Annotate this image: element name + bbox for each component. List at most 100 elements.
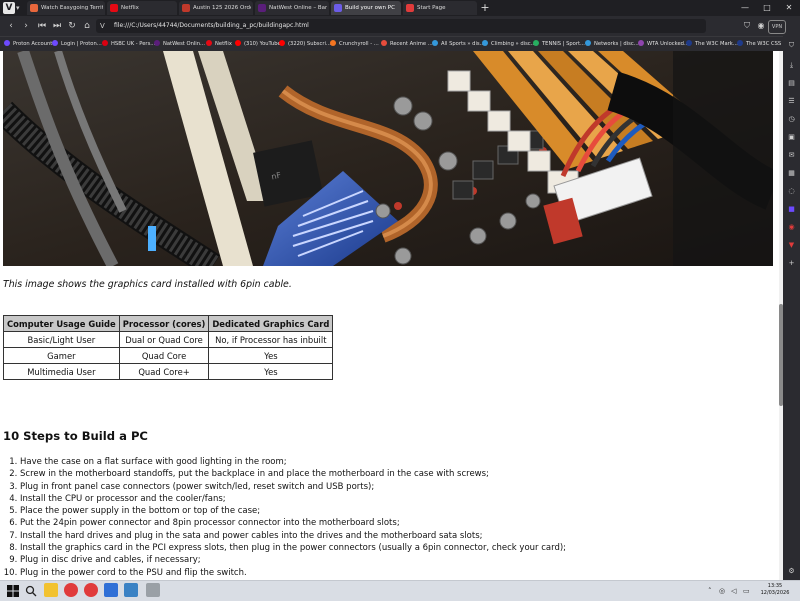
- history-panel-icon[interactable]: ◷: [786, 114, 797, 125]
- tab-watch-easygoing[interactable]: Watch Easygoing Territory: [27, 1, 105, 15]
- netflix-icon: [206, 39, 212, 46]
- bookmark-tennis[interactable]: TENNIS | Sport...: [533, 37, 585, 51]
- chat-panel-icon[interactable]: ◌: [786, 186, 797, 197]
- start-page-icon: [406, 4, 414, 12]
- tab-build-your-own-pc[interactable]: Build your own PC: [331, 1, 401, 15]
- table-cell: Yes: [208, 363, 334, 380]
- site-info-icon[interactable]: V: [100, 21, 110, 31]
- bookmark-all-sports[interactable]: All Sports » dis...: [432, 37, 485, 51]
- tab-favicon-icon: [334, 4, 342, 12]
- table-header-row: Computer Usage Guide Processor (cores) D…: [3, 315, 334, 332]
- table-header: Computer Usage Guide: [3, 315, 120, 332]
- w3c-icon: [686, 39, 692, 46]
- bookmark-youtube-subscriptions[interactable]: (3220) Subscri...: [279, 37, 331, 51]
- proton-icon: [52, 39, 58, 46]
- list-item: Plug in front panel case connectors (pow…: [20, 481, 779, 493]
- bookmark-icon[interactable]: ⛉: [740, 19, 754, 33]
- calendar-panel-icon[interactable]: ▦: [786, 168, 797, 179]
- vivaldi-menu-icon[interactable]: V: [3, 2, 15, 14]
- tab-natwest[interactable]: NatWest Online – Bank Acc: [255, 1, 329, 15]
- photos-icon[interactable]: [124, 583, 138, 597]
- search-icon[interactable]: [24, 583, 38, 597]
- steps-heading: 10 Steps to Build a PC: [3, 429, 148, 443]
- bookmark-recent-anime[interactable]: Recent Anime ...: [381, 37, 433, 51]
- panel-settings-icon[interactable]: ⚙: [786, 566, 797, 577]
- notepad-icon[interactable]: [104, 583, 118, 597]
- table-cell: No, if Processor has inbuilt: [208, 331, 334, 348]
- table-header: Processor (cores): [118, 315, 210, 332]
- table-cell: Dual or Quad Core: [118, 331, 210, 348]
- battery-icon[interactable]: ▭: [743, 585, 750, 597]
- discovery-icon: [585, 39, 591, 46]
- wta-icon: [638, 39, 644, 46]
- list-item: Have the case on a flat surface with goo…: [20, 456, 779, 468]
- netflix-icon: [110, 4, 118, 12]
- bookmark-crunchyroll[interactable]: Crunchyroll - ...: [330, 37, 379, 51]
- graphics-card-photo: nF: [3, 51, 773, 266]
- add-web-panel-icon[interactable]: +: [786, 258, 797, 269]
- vivaldi-social-icon[interactable]: ▼: [786, 240, 797, 251]
- new-tab-button[interactable]: +: [479, 1, 491, 15]
- close-window-button[interactable]: ✕: [778, 0, 800, 16]
- hsbc-icon: [102, 39, 108, 46]
- tab-favicon-icon: [182, 4, 190, 12]
- vivaldi-web-panel-icon[interactable]: ◉: [786, 222, 797, 233]
- w3c-icon: [737, 39, 743, 46]
- proton-mail-icon[interactable]: ■: [786, 204, 797, 215]
- forward-button[interactable]: ›: [19, 19, 33, 33]
- bookmark-proton-account[interactable]: Proton Account: [4, 37, 52, 51]
- bookmark-w3c-css[interactable]: The W3C CSS ...: [737, 37, 788, 51]
- fast-forward-button[interactable]: ⏭: [50, 19, 64, 33]
- tab-netflix[interactable]: Netflix: [107, 1, 177, 15]
- chevron-down-icon[interactable]: ▾: [16, 2, 24, 14]
- bookmark-wta-unlocked[interactable]: WTA Unlocked...: [638, 37, 689, 51]
- tennis-icon: [533, 39, 539, 46]
- list-item: Plug in disc drive and cables, if necess…: [20, 554, 779, 566]
- bookmark-w3c-markup[interactable]: The W3C Mark...: [686, 37, 738, 51]
- home-button[interactable]: ⌂: [80, 19, 94, 33]
- url-text: file:///C:/Users/44744/Documents/buildin…: [114, 22, 309, 29]
- table-cell: Multimedia User: [3, 363, 120, 380]
- maximize-button[interactable]: □: [756, 0, 778, 16]
- rewind-button[interactable]: ⏮: [35, 19, 49, 33]
- table-row: Multimedia User Quad Core+ Yes: [3, 363, 334, 380]
- downloads-panel-icon[interactable]: ⤓: [786, 60, 797, 71]
- tab-austin-125[interactable]: Austin 125 2026 Order of P: [179, 1, 253, 15]
- clock-date: 12/03/2026: [760, 590, 790, 596]
- translate-panel-icon[interactable]: ✉: [786, 150, 797, 161]
- tab-start-page[interactable]: Start Page: [403, 1, 477, 15]
- url-field[interactable]: V file:///C:/Users/44744/Documents/build…: [96, 19, 706, 33]
- crunchyroll-icon: [330, 39, 336, 46]
- bookmark-natwest[interactable]: NatWest Onlin...: [154, 37, 205, 51]
- vivaldi-icon[interactable]: [64, 583, 78, 597]
- vpn-button[interactable]: VPN: [768, 20, 786, 34]
- discovery-icon: [432, 39, 438, 46]
- bookmark-netflix[interactable]: Netflix: [206, 37, 232, 51]
- windows-start-icon[interactable]: [6, 583, 20, 597]
- volume-icon[interactable]: ◁: [731, 585, 736, 597]
- table-cell: Yes: [208, 347, 334, 364]
- bookmark-youtube[interactable]: (310) YouTube: [235, 37, 281, 51]
- bookmark-login-proton[interactable]: Login | Proton...: [52, 37, 102, 51]
- file-explorer-icon[interactable]: [44, 583, 58, 597]
- minimize-button[interactable]: —: [734, 0, 756, 16]
- vivaldi-snapshot-icon[interactable]: [84, 583, 98, 597]
- table-row: Basic/Light User Dual or Quad Core No, i…: [3, 331, 334, 348]
- bookmark-climbing[interactable]: Climbing » disc...: [482, 37, 536, 51]
- system-clock[interactable]: 13:35 12/03/2026: [755, 583, 795, 597]
- bookmarks-panel-icon[interactable]: ⛉: [786, 40, 797, 51]
- bookmark-networks[interactable]: Networks | disc...: [585, 37, 639, 51]
- list-item: Install the hard drives and plug in the …: [20, 530, 779, 542]
- notes-panel-icon[interactable]: ▤: [786, 78, 797, 89]
- profile-avatar-icon[interactable]: ◉: [754, 19, 768, 33]
- back-button[interactable]: ‹: [4, 19, 18, 33]
- bookmark-hsbc[interactable]: HSBC UK - Pers...: [102, 37, 155, 51]
- chevron-up-icon[interactable]: ˄: [708, 585, 712, 597]
- reload-button[interactable]: ↻: [65, 19, 79, 33]
- network-icon[interactable]: ◎: [719, 585, 725, 597]
- window-panel-icon[interactable]: ▣: [786, 132, 797, 143]
- paint-icon[interactable]: [146, 583, 160, 597]
- table-cell: Basic/Light User: [3, 331, 120, 348]
- table-cell: Quad Core+: [118, 363, 210, 380]
- reading-list-icon[interactable]: ☰: [786, 96, 797, 107]
